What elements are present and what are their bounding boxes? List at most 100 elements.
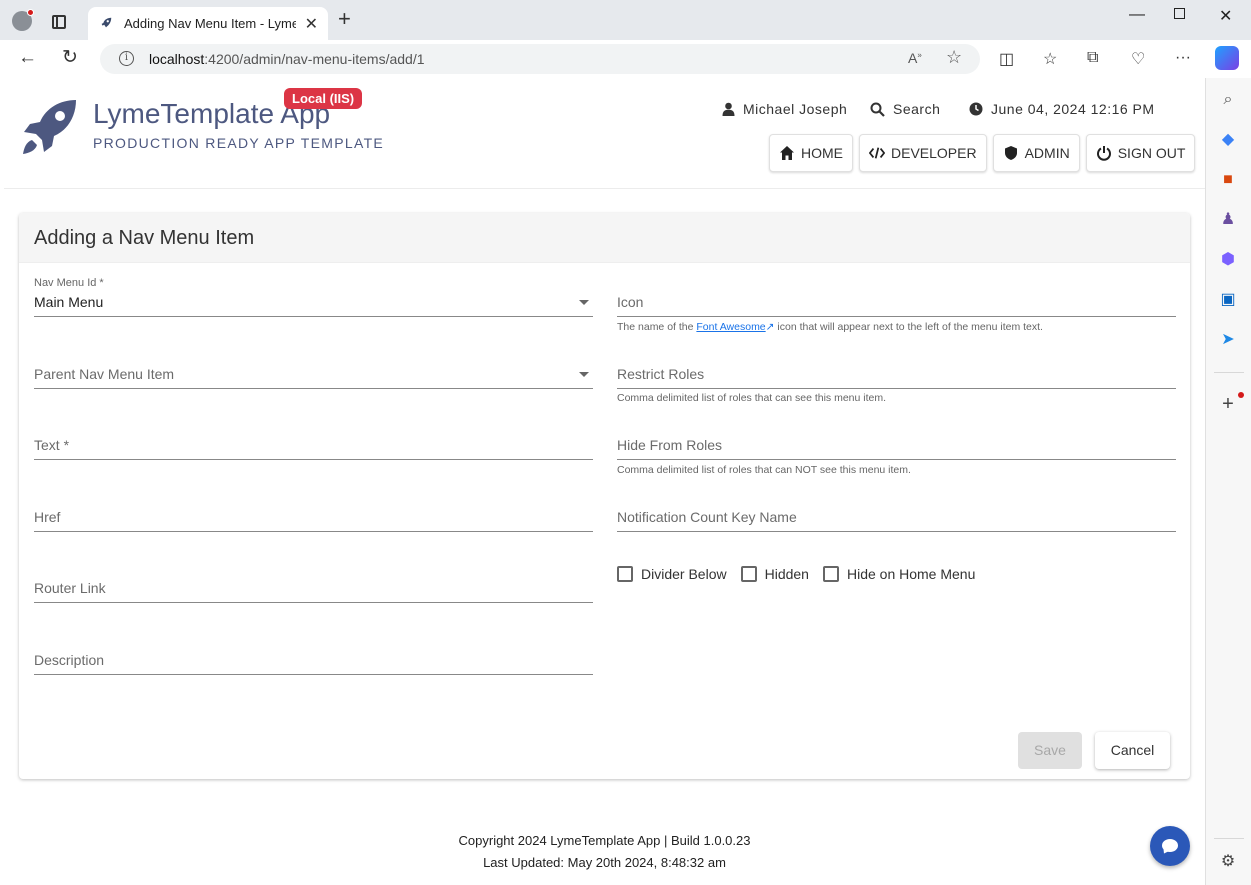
hide-from-roles-hint: Comma delimited list of roles that can N…	[617, 464, 911, 476]
browser-address-toolbar: ← ↻ i localhost:4200/admin/nav-menu-item…	[0, 40, 1251, 78]
divider-below-checkbox-box[interactable]	[617, 566, 633, 582]
split-screen-icon[interactable]: ◫	[999, 49, 1014, 69]
address-bar[interactable]: i localhost:4200/admin/nav-menu-items/ad…	[100, 44, 980, 74]
browser-essentials-icon[interactable]: ♡	[1131, 49, 1145, 69]
nav-menu-id-select[interactable]: Nav Menu Id * Main Menu	[34, 275, 593, 317]
rocket-favicon-icon	[101, 17, 112, 28]
user-icon	[722, 102, 735, 116]
href-placeholder: Href	[34, 509, 61, 525]
description-input[interactable]: Description	[34, 633, 593, 675]
icon-placeholder: Icon	[617, 294, 644, 310]
sidebar-notification-dot-icon	[1238, 392, 1244, 398]
hide-on-home-menu-checkbox-box[interactable]	[822, 566, 839, 582]
collections-icon[interactable]: ⧉	[1087, 49, 1098, 67]
chat-button[interactable]	[1150, 826, 1190, 866]
outlook-icon[interactable]: ▣	[1218, 290, 1238, 310]
notification-dot-icon	[27, 9, 34, 16]
datetime-display: June 04, 2024 12:16 PM	[969, 101, 1155, 117]
favorites-icon[interactable]: ☆	[1043, 49, 1057, 69]
page-title: Adding a Nav Menu Item	[34, 227, 255, 249]
external-link-icon: ↗	[765, 321, 775, 333]
icon-input[interactable]: Icon	[617, 275, 1176, 317]
site-info-icon[interactable]: i	[119, 51, 134, 66]
hidden-checkbox[interactable]: Hidden	[740, 566, 809, 582]
router-link-input[interactable]: Router Link	[34, 561, 593, 603]
environment-badge: Local (IIS)	[284, 88, 363, 109]
hide-on-home-menu-label: Hide on Home Menu	[846, 566, 976, 582]
parent-nav-menu-item-select[interactable]: Parent Nav Menu Item	[34, 347, 593, 389]
search-icon	[870, 102, 885, 117]
send-icon[interactable]: ➤	[1218, 330, 1238, 350]
hide-from-roles-placeholder: Hide From Roles	[617, 437, 723, 453]
more-options-icon[interactable]: ···	[1175, 49, 1191, 67]
restrict-roles-placeholder: Restrict Roles	[617, 366, 705, 382]
browser-tab-bar: Adding Nav Menu Item - LymeTe ✕ + — ✕	[0, 0, 1251, 40]
window-close-icon[interactable]: ✕	[1219, 6, 1232, 26]
parent-nav-menu-item-placeholder: Parent Nav Menu Item	[34, 366, 175, 382]
description-placeholder: Description	[34, 652, 105, 668]
hidden-label: Hidden	[764, 566, 809, 582]
hide-from-roles-input[interactable]: Hide From Roles	[617, 418, 1176, 460]
user-name: Michael Joseph	[743, 101, 848, 117]
href-input[interactable]: Href	[34, 490, 593, 532]
add-sidebar-icon[interactable]: +	[1218, 394, 1238, 414]
admin-button[interactable]: ADMIN	[992, 134, 1080, 172]
form-card-header: Adding a Nav Menu Item	[19, 213, 1190, 263]
chevron-down-icon[interactable]	[579, 300, 589, 305]
router-link-placeholder: Router Link	[34, 580, 106, 596]
options-checkboxes: Divider Below Hidden Hide on Home Menu	[617, 566, 975, 582]
browser-tab-active[interactable]: Adding Nav Menu Item - LymeTe ✕	[88, 7, 328, 40]
restrict-roles-input[interactable]: Restrict Roles	[617, 347, 1176, 389]
shopping-tag-icon[interactable]: ◆	[1218, 130, 1238, 150]
hide-on-home-menu-checkbox[interactable]: Hide on Home Menu	[822, 566, 976, 582]
home-button[interactable]: HOME	[769, 134, 853, 172]
games-icon[interactable]: ♟	[1218, 210, 1238, 230]
url-text[interactable]: localhost:4200/admin/nav-menu-items/add/…	[149, 51, 425, 67]
restrict-roles-hint: Comma delimited list of roles that can s…	[617, 392, 887, 404]
back-arrow-icon[interactable]: ←	[18, 48, 37, 68]
tab-title: Adding Nav Menu Item - LymeTe	[124, 16, 296, 31]
reload-icon[interactable]: ↻	[62, 48, 78, 68]
main-nav: HOME DEVELOPER ADMIN SIGN OUT	[769, 134, 1196, 172]
cancel-button[interactable]: Cancel	[1095, 732, 1170, 769]
search-label: Search	[893, 101, 941, 117]
save-button[interactable]: Save	[1018, 732, 1082, 769]
copilot-icon[interactable]	[1215, 46, 1239, 70]
user-menu[interactable]: Michael Joseph	[722, 101, 847, 117]
notification-count-key-name-input[interactable]: Notification Count Key Name	[617, 490, 1176, 532]
browser-sidebar: ⌕ ◆ ■ ♟ ⬢ ▣ ➤ + ⚙	[1205, 78, 1251, 885]
shield-icon	[1004, 146, 1017, 160]
hidden-checkbox-box[interactable]	[740, 566, 757, 582]
tab-close-icon[interactable]: ✕	[305, 14, 318, 34]
form-card: Adding a Nav Menu Item Nav Menu Id * Mai…	[19, 213, 1190, 779]
current-datetime: June 04, 2024 12:16 PM	[991, 101, 1155, 117]
divider-below-checkbox[interactable]: Divider Below	[617, 566, 727, 582]
new-tab-icon[interactable]: +	[338, 8, 351, 30]
sign-out-button[interactable]: SIGN OUT	[1085, 134, 1196, 172]
profile-avatar-icon[interactable]	[12, 9, 34, 31]
text-input[interactable]: Text *	[34, 418, 593, 460]
search-link[interactable]: Search	[870, 101, 940, 117]
search-icon[interactable]: ⌕	[1218, 90, 1238, 110]
minimize-icon[interactable]: —	[1129, 6, 1145, 24]
footer: Copyright 2024 LymeTemplate App | Build …	[4, 830, 1205, 874]
home-icon	[780, 146, 794, 160]
icon-hint: The name of the Font Awesome↗ icon that …	[617, 321, 1043, 333]
header-divider	[4, 188, 1205, 189]
maximize-icon[interactable]	[1174, 8, 1185, 19]
read-aloud-icon[interactable]: A»	[908, 50, 922, 66]
developer-button-label: DEVELOPER	[891, 145, 977, 161]
notification-count-key-name-placeholder: Notification Count Key Name	[617, 509, 797, 525]
footer-copyright: Copyright 2024 LymeTemplate App | Build …	[458, 833, 751, 848]
tools-briefcase-icon[interactable]: ■	[1218, 170, 1238, 190]
favorite-star-icon[interactable]: ☆	[946, 47, 962, 68]
chevron-down-icon[interactable]	[579, 372, 589, 377]
code-icon	[869, 147, 885, 159]
font-awesome-link[interactable]: Font Awesome	[696, 321, 765, 333]
footer-last-updated: Last Updated: May 20th 2024, 8:48:32 am	[483, 855, 726, 870]
app-tagline: PRODUCTION READY APP TEMPLATE	[93, 135, 385, 151]
tab-actions-icon[interactable]	[52, 15, 66, 29]
sidebar-settings-gear-icon[interactable]: ⚙	[1218, 852, 1238, 872]
developer-button[interactable]: DEVELOPER	[859, 134, 987, 172]
microsoft-365-icon[interactable]: ⬢	[1218, 250, 1238, 270]
